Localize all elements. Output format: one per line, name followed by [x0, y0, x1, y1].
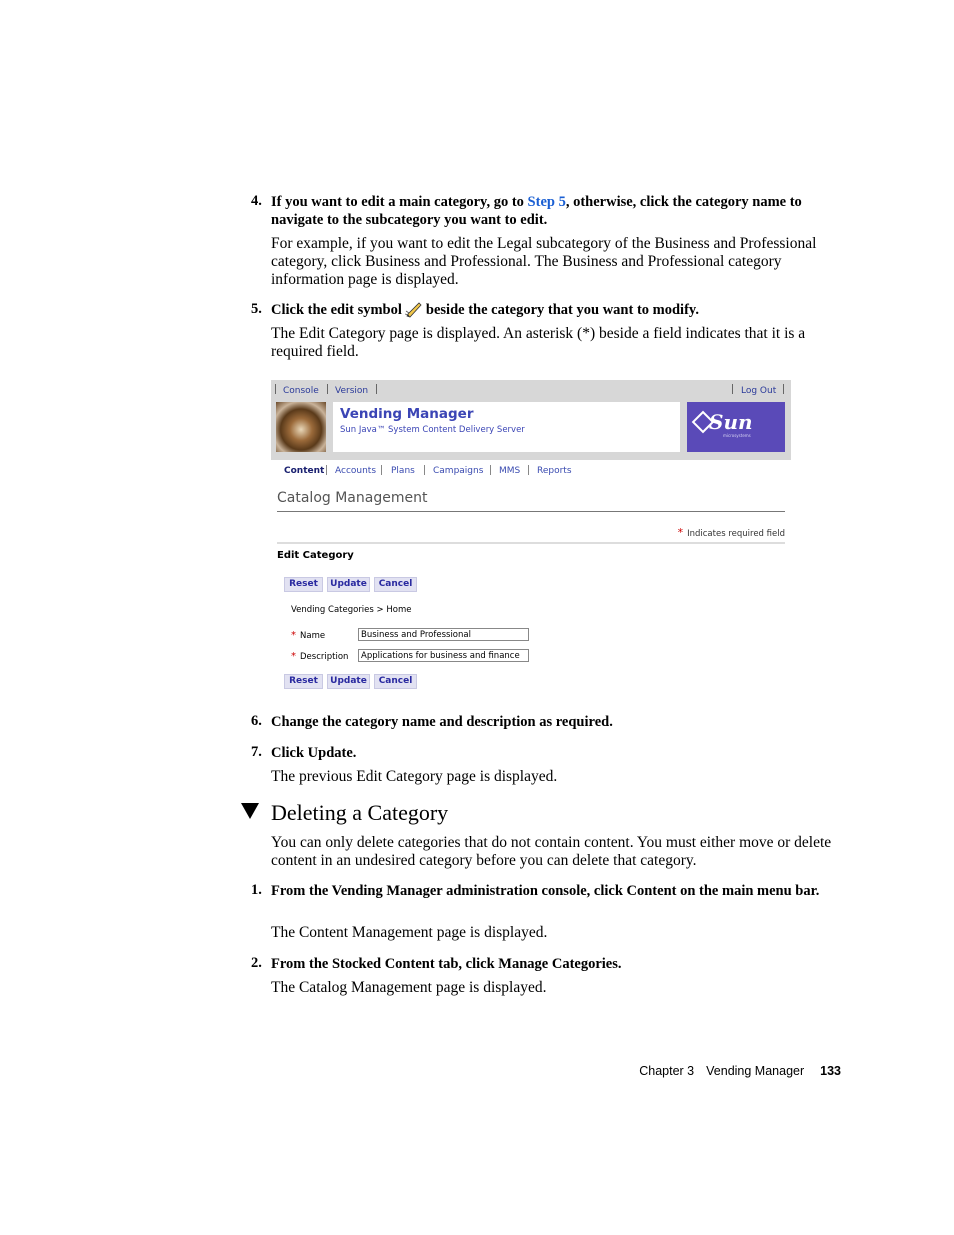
- paragraph: The previous Edit Category page is displ…: [271, 768, 558, 785]
- name-label-text: Name: [300, 631, 326, 641]
- required-note-text: Indicates required field: [687, 529, 785, 539]
- edit-pencil-icon: [404, 302, 423, 318]
- update-button[interactable]: Update: [327, 674, 370, 689]
- name-label: * Name: [291, 630, 325, 641]
- update-button[interactable]: Update: [327, 577, 370, 592]
- step-number: 4.: [251, 193, 262, 209]
- breadcrumb: Vending Categories > Home: [291, 605, 412, 615]
- step-text: Change the category name and description…: [271, 714, 613, 730]
- edit-category-screenshot: Console Version Log Out Vending Manager …: [271, 380, 791, 692]
- paragraph: The Content Management page is displayed…: [271, 924, 548, 941]
- section-heading: Deleting a Category: [241, 800, 448, 826]
- paragraph: The Catalog Management page is displayed…: [271, 979, 547, 996]
- required-note: * Indicates required field: [678, 526, 785, 539]
- paragraph: You can only delete categories that do n…: [271, 834, 832, 869]
- divider: [277, 542, 785, 544]
- paragraph: For example, if you want to edit the Leg…: [271, 235, 817, 288]
- page-number: 133: [820, 1064, 841, 1078]
- step-text: Click the edit symbol beside the category…: [271, 301, 841, 319]
- tab-mms[interactable]: MMS: [499, 466, 520, 476]
- cancel-button[interactable]: Cancel: [374, 577, 417, 592]
- step-number: 1.: [251, 882, 262, 898]
- footer-chapter: Chapter 3: [639, 1064, 695, 1078]
- app-banner: Vending Manager Sun Java™ System Content…: [333, 402, 680, 452]
- step-number: 6.: [251, 713, 262, 729]
- name-input[interactable]: Business and Professional: [358, 628, 529, 641]
- step-number: 7.: [251, 744, 262, 760]
- paragraph: The Edit Category page is displayed. An …: [271, 325, 806, 360]
- description-label-text: Description: [300, 652, 349, 662]
- cancel-button[interactable]: Cancel: [374, 674, 417, 689]
- app-title: Vending Manager: [340, 406, 474, 422]
- step-number: 5.: [251, 301, 262, 317]
- tab-reports[interactable]: Reports: [537, 466, 572, 476]
- page-title: Catalog Management: [277, 490, 428, 506]
- footer-title: Vending Manager: [706, 1064, 805, 1078]
- reset-button[interactable]: Reset: [284, 577, 323, 592]
- product-photo: [276, 402, 326, 452]
- reset-button[interactable]: Reset: [284, 674, 323, 689]
- header-bar: Console Version Log Out Vending Manager …: [271, 380, 791, 460]
- description-label: * Description: [291, 651, 348, 662]
- divider: [277, 511, 785, 512]
- triangle-icon: [241, 803, 259, 819]
- step-text-part: beside the category that you want to mod…: [425, 302, 699, 318]
- logout-link[interactable]: Log Out: [741, 386, 776, 396]
- tab-plans[interactable]: Plans: [391, 466, 415, 476]
- step-number: 2.: [251, 955, 262, 971]
- required-asterisk: *: [677, 526, 684, 539]
- sun-logo-text: Sun: [709, 410, 753, 434]
- version-link[interactable]: Version: [335, 386, 368, 396]
- description-input[interactable]: Applications for business and finance: [358, 649, 529, 662]
- console-link[interactable]: Console: [283, 386, 319, 396]
- section-title: Edit Category: [277, 550, 354, 561]
- app-subtitle: Sun Java™ System Content Delivery Server: [340, 425, 525, 435]
- section-heading-text: Deleting a Category: [271, 800, 449, 825]
- required-asterisk: *: [291, 630, 296, 641]
- page-footer: Chapter 3 Vending Manager 133: [639, 1064, 841, 1078]
- required-asterisk: *: [291, 651, 296, 662]
- tab-content[interactable]: Content: [284, 466, 324, 476]
- step-text-part: If you want to edit a main category, go …: [271, 194, 528, 210]
- sun-logo: Sun microsystems: [687, 402, 785, 452]
- step-text-part: Click the edit symbol: [271, 302, 402, 318]
- step-text: From the Vending Manager administration …: [271, 883, 820, 899]
- tab-accounts[interactable]: Accounts: [335, 466, 376, 476]
- step-5-link[interactable]: Step 5: [528, 194, 566, 210]
- sun-logo-small: microsystems: [723, 433, 751, 438]
- step-text: From the Stocked Content tab, click Mana…: [271, 956, 622, 972]
- tab-campaigns[interactable]: Campaigns: [433, 466, 483, 476]
- step-text: If you want to edit a main category, go …: [271, 193, 841, 229]
- step-text: Click Update.: [271, 745, 357, 761]
